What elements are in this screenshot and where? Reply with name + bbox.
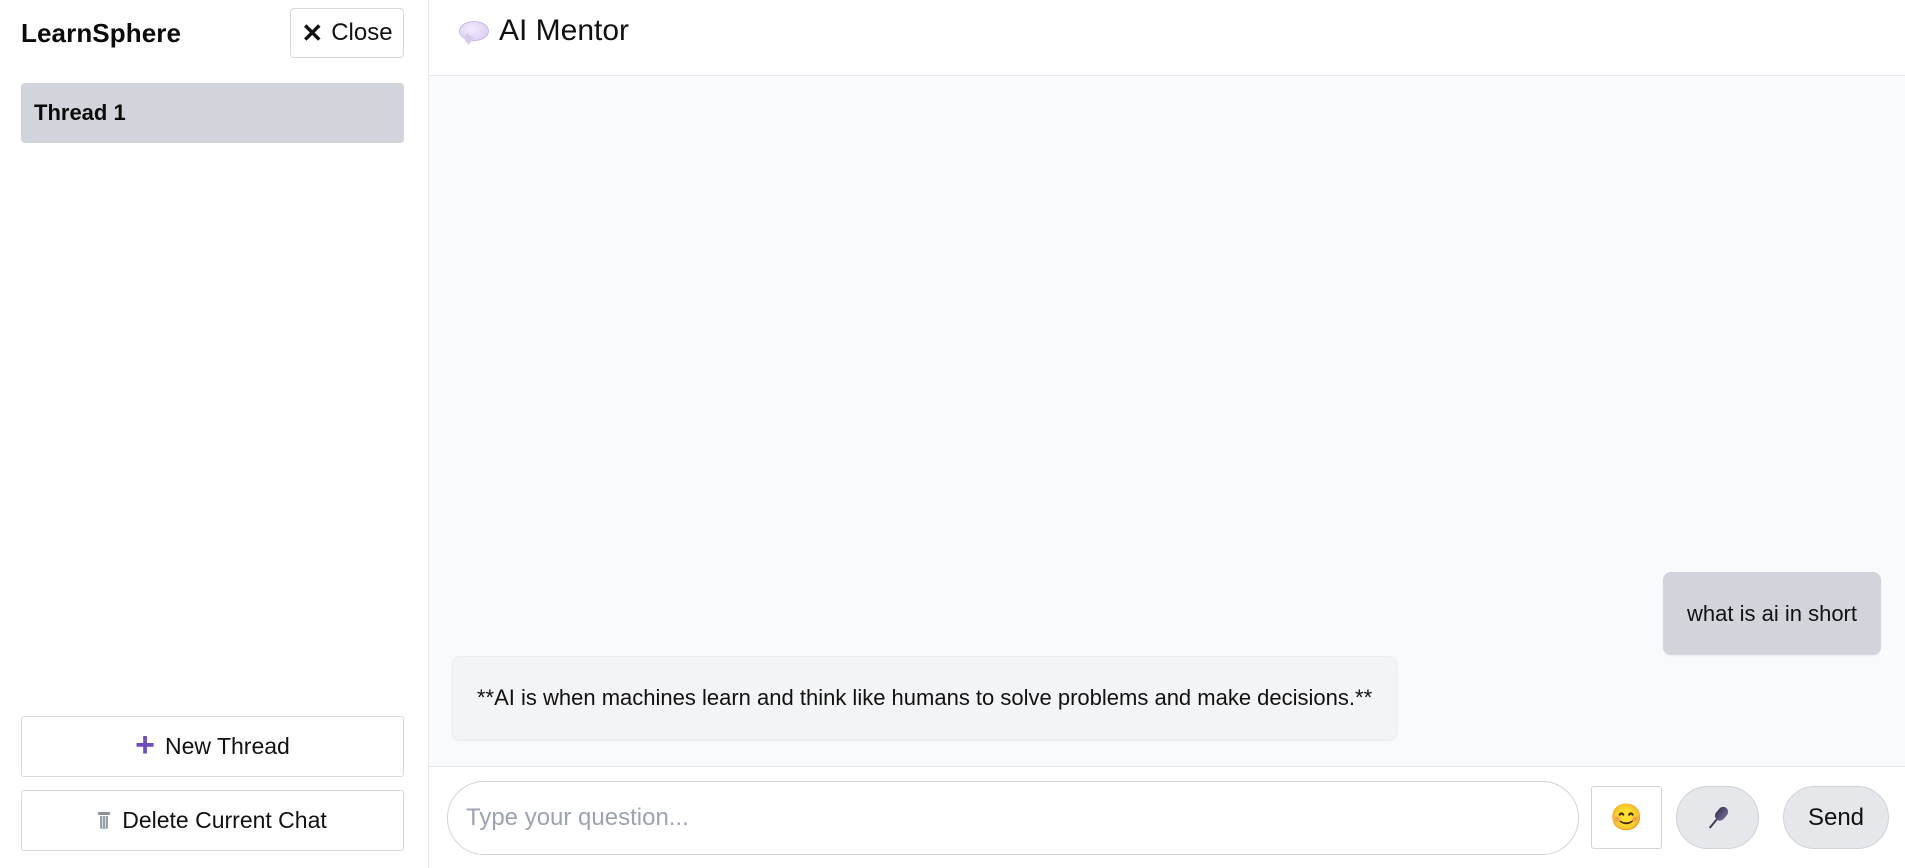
send-label: Send xyxy=(1807,803,1865,831)
sidebar: LearnSphere ✕ Close Thread 1 + New Threa… xyxy=(0,0,429,868)
trash-icon xyxy=(98,812,111,829)
thread-item-1[interactable]: Thread 1 xyxy=(21,83,404,143)
page-title: AI Mentor xyxy=(499,13,630,47)
delete-chat-label: Delete Current Chat xyxy=(122,807,327,833)
new-thread-button[interactable]: + New Thread xyxy=(21,716,404,777)
new-thread-label: New Thread xyxy=(164,733,290,759)
emoji-icon: 😊 xyxy=(1610,802,1643,832)
close-sidebar-button[interactable]: ✕ Close xyxy=(290,8,404,58)
microphone-icon xyxy=(1699,799,1736,836)
chat-messages: what is ai in short **AI is when machine… xyxy=(429,76,1905,766)
chat-header: AI Mentor xyxy=(429,0,1905,76)
message-text: **AI is when machines learn and think li… xyxy=(477,685,1373,710)
thread-label: Thread 1 xyxy=(34,100,126,125)
main-panel: AI Mentor what is ai in short **AI is wh… xyxy=(429,0,1905,868)
message-text: what is ai in short xyxy=(1687,600,1857,626)
send-button[interactable]: Send xyxy=(1783,786,1889,849)
plus-icon: + xyxy=(135,726,155,764)
microphone-button[interactable] xyxy=(1676,786,1759,849)
sidebar-header: LearnSphere ✕ Close xyxy=(21,0,404,70)
emoji-button[interactable]: 😊 xyxy=(1591,786,1662,849)
close-label: Close xyxy=(331,19,393,46)
chat-bubble-icon xyxy=(459,20,489,41)
app-root: LearnSphere ✕ Close Thread 1 + New Threa… xyxy=(0,0,1905,868)
brand-name: LearnSphere xyxy=(21,17,182,48)
user-message: what is ai in short xyxy=(1663,572,1881,655)
delete-chat-button[interactable]: Delete Current Chat xyxy=(21,790,404,851)
question-input[interactable] xyxy=(447,780,1579,855)
chat-input-bar: 😊 Send xyxy=(429,766,1905,868)
sidebar-footer: + New Thread Delete Current Chat xyxy=(21,716,404,851)
assistant-message: **AI is when machines learn and think li… xyxy=(452,656,1398,740)
close-icon: ✕ xyxy=(301,18,324,48)
